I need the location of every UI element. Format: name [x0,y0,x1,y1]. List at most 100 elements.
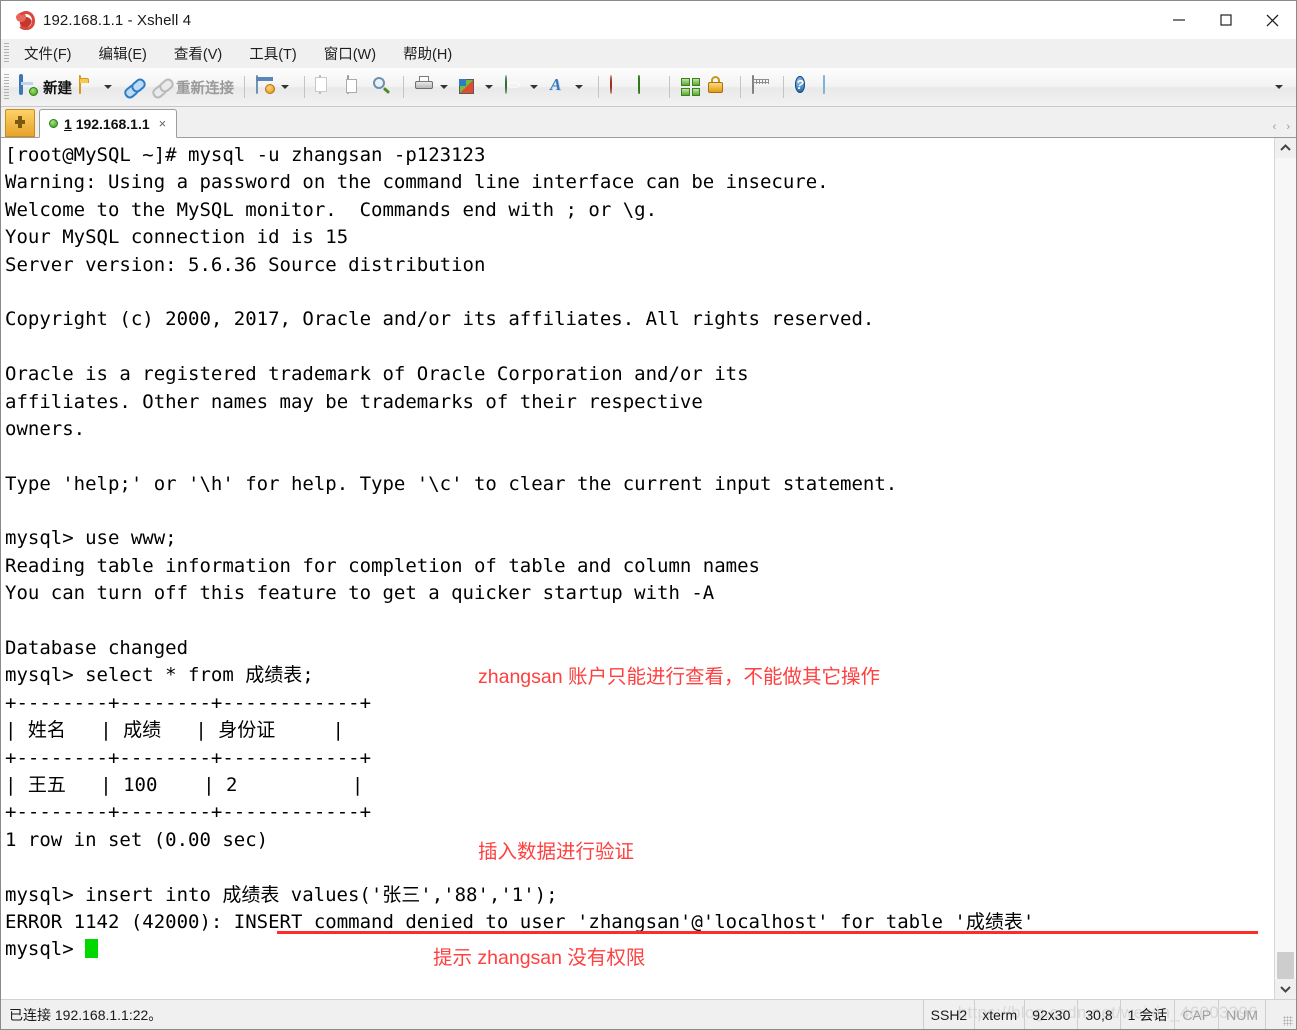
connect-button[interactable] [120,72,148,102]
link-icon [123,76,145,98]
terminal-line: +--------+--------+------------+ [5,691,372,714]
globe-icon [504,75,526,98]
chevron-down-icon[interactable] [485,85,493,89]
new-session-label: 新建 [43,80,72,97]
tab-scroll-prev-icon[interactable]: ‹ [1273,121,1277,133]
tab-bar: 1 192.168.1.1 × ‹ › [1,107,1296,138]
open-folder-button[interactable] [75,72,120,102]
xshell-button[interactable] [606,72,634,102]
terminal-line: Warning: Using a password on the command… [5,171,829,194]
toolbar-divider [403,76,404,98]
scrollbar-track[interactable] [1275,158,1296,979]
scroll-down-button[interactable] [1275,979,1296,999]
chevron-down-icon[interactable] [281,85,289,89]
minimize-button[interactable] [1155,1,1202,39]
font-button[interactable]: A [546,72,591,102]
terminal-output[interactable]: [root@MySQL ~]# mysql -u zhangsan -p1231… [1,138,1274,999]
find-button[interactable] [368,72,396,102]
xftp-leaf-icon [637,75,659,98]
help-button[interactable]: ? [791,72,819,102]
tab-index: 1 [64,115,72,132]
chevron-down-icon[interactable] [440,85,448,89]
menu-edit[interactable]: 编辑(E) [90,40,156,67]
close-button[interactable] [1249,1,1296,39]
arrange-grid-icon [680,76,702,98]
toolbar-gripper[interactable] [4,74,9,100]
chevron-down-icon [1275,85,1283,89]
toolbar-divider [598,76,599,98]
toolbar-overflow-button[interactable] [1271,68,1288,106]
terminal-line: Welcome to the MySQL monitor. Commands e… [5,198,658,221]
terminal-line: Type 'help;' or '\h' for help. Type '\c'… [5,472,898,495]
terminal-line: You can turn off this feature to get a q… [5,582,715,605]
toolbar-divider [244,76,245,98]
resize-grip[interactable] [1265,1000,1296,1029]
folder-icon [78,75,100,98]
scroll-up-button[interactable] [1275,138,1296,158]
broken-link-icon [151,76,173,98]
menu-view[interactable]: 查看(V) [165,40,231,67]
copy-button[interactable] [312,72,340,102]
status-cursor-pos: 30,8 [1077,1000,1119,1029]
lock-button[interactable] [705,72,733,102]
new-tab-button[interactable] [5,109,35,137]
paste-icon [343,75,365,98]
web-button[interactable] [501,72,546,102]
print-button[interactable] [411,72,456,102]
properties-button[interactable] [252,72,297,102]
menu-file[interactable]: 文件(F) [15,40,81,67]
terminal-line: Oracle is a registered trademark of Orac… [5,363,749,386]
help-question-icon: ? [795,76,805,93]
arrange-button[interactable] [677,72,705,102]
xftp-button[interactable] [634,72,662,102]
reconnect-button[interactable]: 重新连接 [148,72,237,102]
block-cursor [85,939,99,959]
reconnect-label: 重新连接 [176,80,234,97]
session-tab-1[interactable]: 1 192.168.1.1 × [39,109,178,138]
status-num: NUM [1218,1000,1265,1029]
snail-icon [13,9,35,31]
menu-help[interactable]: 帮助(H) [394,40,461,67]
status-caps: CAP [1174,1000,1218,1029]
font-icon: A [550,75,562,94]
connection-status: 已连接 192.168.1.1:22。 [9,1006,163,1023]
terminal-line: mysql> use www; [5,527,177,550]
title-bar: 192.168.1.1 - Xshell 4 [1,1,1296,39]
new-session-button[interactable]: 新建 [15,72,75,102]
paste-button[interactable] [340,72,368,102]
chevron-down-icon[interactable] [575,85,583,89]
transfer-button[interactable] [456,72,501,102]
menu-tools[interactable]: 工具(T) [240,40,306,67]
toolbar-divider [669,76,670,98]
keyboard-button[interactable] [748,72,776,102]
menu-gripper[interactable] [4,43,9,64]
toolbar-divider [740,76,741,98]
status-cells: SSH2 xterm 92x30 30,8 1 会话 CAP NUM [922,1000,1296,1029]
toolbar-divider [783,76,784,98]
terminal-line: Your MySQL connection id is 15 [5,226,349,249]
tab-scroll-next-icon[interactable]: › [1286,121,1290,133]
chevron-down-icon[interactable] [530,85,538,89]
maximize-button[interactable] [1202,1,1249,39]
toolbar-divider [304,76,305,98]
terminal-line: Server version: 5.6.36 Source distributi… [5,253,486,276]
chat-button[interactable] [819,72,847,102]
status-size: 92x30 [1024,1000,1077,1029]
connected-status-icon [49,119,58,128]
status-sessions: 1 会话 [1119,1000,1175,1029]
chevron-down-icon[interactable] [104,85,112,89]
terminal-line: Database changed [5,637,189,660]
terminal-line: [root@MySQL ~]# mysql -u zhangsan -p1231… [5,144,486,166]
vertical-scrollbar[interactable] [1274,138,1296,999]
window-title: 192.168.1.1 - Xshell 4 [43,11,192,29]
terminal-line: Copyright (c) 2000, 2017, Oracle and/or … [5,308,875,331]
copy-icon [315,75,337,98]
terminal-line: 1 row in set (0.00 sec) [5,828,269,851]
tab-close-icon[interactable]: × [159,117,167,130]
menu-window[interactable]: 窗口(W) [315,40,385,67]
scrollbar-thumb[interactable] [1277,952,1294,979]
